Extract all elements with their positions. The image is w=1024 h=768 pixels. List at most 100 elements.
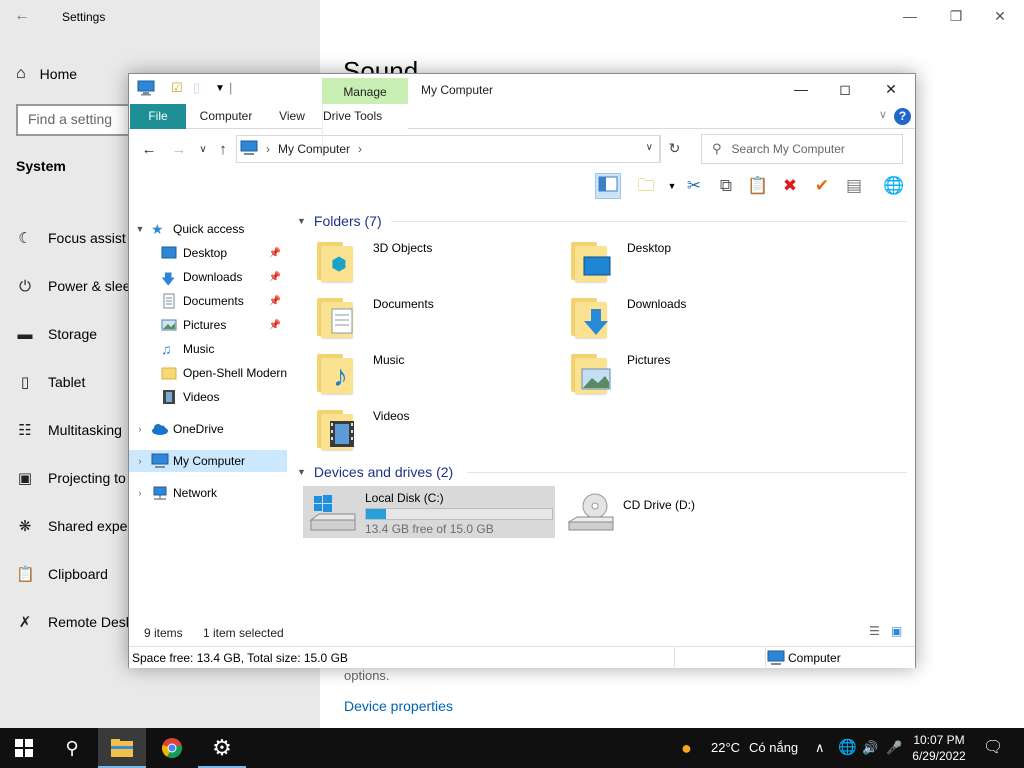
back-button[interactable]: ← xyxy=(139,140,159,160)
clock[interactable]: 10:07 PM 6/29/2022 xyxy=(900,732,978,764)
file-explorer-taskbar-icon[interactable] xyxy=(98,728,146,768)
nav-pictures[interactable]: Pictures 📌 xyxy=(129,314,287,336)
tab-file[interactable]: File xyxy=(130,104,186,129)
settings-home[interactable]: ⌂ Home xyxy=(16,62,77,86)
nav-label: Focus assist xyxy=(48,230,126,246)
item-count: 9 items xyxy=(144,626,183,640)
address-dropdown-icon[interactable]: ∨ xyxy=(646,142,653,153)
maximize-button[interactable]: ❐ xyxy=(944,6,968,26)
settings-nav-remote[interactable]: ✗ Remote Desk xyxy=(16,610,133,634)
notification-icon[interactable]: 🗨 xyxy=(983,728,1003,768)
new-folder-icon[interactable]: 🗀 xyxy=(633,173,659,199)
collapsed-chevron-icon[interactable]: › xyxy=(133,456,147,466)
collapsed-chevron-icon[interactable]: › xyxy=(133,488,147,498)
delete-icon[interactable]: ✖ xyxy=(777,173,803,199)
settings-gear-icon[interactable]: ⚙ xyxy=(198,728,246,768)
cut-icon[interactable]: ✂ xyxy=(681,173,707,199)
settings-nav-shared[interactable]: ❋ Shared exper xyxy=(16,514,132,538)
drive-cd-d[interactable]: CD Drive (D:) xyxy=(561,486,811,538)
nav-videos[interactable]: Videos xyxy=(129,386,287,408)
nav-documents[interactable]: Documents 📌 xyxy=(129,290,287,312)
weather-desc[interactable]: Có nắng xyxy=(749,728,798,768)
devices-group-header[interactable]: ▼ Devices and drives (2) xyxy=(297,462,453,482)
nav-open-shell[interactable]: Open-Shell Modern xyxy=(129,362,287,384)
device-properties-link[interactable]: Device properties xyxy=(344,698,453,714)
folder-pictures[interactable]: Pictures xyxy=(559,350,809,402)
settings-nav-power[interactable]: ⏻ Power & sleep xyxy=(16,274,138,298)
large-icons-view-icon[interactable]: ▣ xyxy=(891,624,902,638)
expanded-chevron-icon[interactable]: ▼ xyxy=(297,467,306,477)
pin-icon[interactable]: 📌 xyxy=(269,272,281,283)
volume-icon[interactable]: 🔊 xyxy=(862,728,878,768)
pin-icon[interactable]: 📌 xyxy=(269,296,281,307)
nav-downloads[interactable]: 🡇 Downloads 📌 xyxy=(129,266,287,288)
forward-button[interactable]: → xyxy=(169,140,189,160)
preview-pane-icon[interactable] xyxy=(595,173,621,199)
folders-group-header[interactable]: ▼ Folders (7) xyxy=(297,211,382,231)
expanded-chevron-icon[interactable]: ▼ xyxy=(297,216,306,226)
back-arrow-icon[interactable]: ← xyxy=(14,6,34,26)
explorer-close-button[interactable]: ✕ xyxy=(873,78,909,100)
weather-sun-icon[interactable]: ● xyxy=(681,728,692,768)
help-icon[interactable]: ? xyxy=(894,108,911,125)
folder-documents-icon xyxy=(315,294,359,340)
pin-icon[interactable]: 📌 xyxy=(269,248,281,259)
copy-icon[interactable]: ⧉ xyxy=(713,173,739,199)
new-folder-icon[interactable]: ▯ xyxy=(193,80,200,98)
drive-local-disk-c[interactable]: Local Disk (C:) 13.4 GB free of 15.0 GB xyxy=(303,486,555,538)
expanded-chevron-icon[interactable]: ▼ xyxy=(133,224,147,234)
tab-computer[interactable]: Computer xyxy=(193,104,259,129)
properties-icon[interactable]: ☑ xyxy=(171,80,183,98)
recent-locations-icon[interactable]: ∨ xyxy=(193,140,213,160)
explorer-minimize-button[interactable]: — xyxy=(783,78,819,100)
nav-onedrive[interactable]: › OneDrive xyxy=(129,418,287,440)
nav-my-computer[interactable]: › My Computer xyxy=(129,450,287,472)
globe-icon[interactable]: 🌐 xyxy=(881,173,907,199)
close-button[interactable]: ✕ xyxy=(988,6,1012,26)
weather-temp[interactable]: 22°C xyxy=(711,728,740,768)
nav-music[interactable]: ♫ Music xyxy=(129,338,287,360)
globe-icon[interactable]: 🌐 xyxy=(838,728,857,768)
nav-network[interactable]: › Network xyxy=(129,482,287,504)
address-bar[interactable]: › My Computer › ∨ xyxy=(236,135,660,163)
settings-nav-tablet[interactable]: ▯ Tablet xyxy=(16,370,86,394)
folder-downloads[interactable]: Downloads xyxy=(559,294,809,346)
details-view-icon[interactable]: ☰ xyxy=(869,624,880,638)
folder-desktop[interactable]: Desktop xyxy=(559,238,809,290)
chevron-right-icon[interactable]: › xyxy=(358,142,362,156)
settings-nav-focus-assist[interactable]: ☾ Focus assist xyxy=(16,226,126,250)
settings-nav-multitasking[interactable]: ☷ Multitasking xyxy=(16,418,122,442)
pin-icon[interactable]: 📌 xyxy=(269,320,281,331)
nav-label: Open-Shell Modern xyxy=(183,366,287,380)
up-button[interactable]: ↑ xyxy=(213,140,233,160)
search-icon[interactable]: ⚲ xyxy=(48,728,96,768)
chrome-icon[interactable] xyxy=(148,728,196,768)
search-input[interactable]: ⚲ Search My Computer xyxy=(701,134,903,164)
customize-qa-dropdown-icon[interactable]: ▼ xyxy=(215,83,225,101)
nav-label: Remote Desk xyxy=(48,614,133,630)
nav-quick-access[interactable]: ▼ ★ Quick access xyxy=(129,218,287,240)
explorer-maximize-button[interactable]: ◻ xyxy=(827,78,863,100)
minimize-button[interactable]: — xyxy=(898,6,922,26)
nav-desktop[interactable]: Desktop 📌 xyxy=(129,242,287,264)
expand-ribbon-icon[interactable]: ∨ xyxy=(879,108,887,121)
settings-nav-projecting[interactable]: ▣ Projecting to xyxy=(16,466,126,490)
tab-view[interactable]: View xyxy=(269,104,315,129)
folder-videos[interactable]: Videos xyxy=(305,406,555,458)
start-button[interactable] xyxy=(0,728,48,768)
folder-music[interactable]: ♪ Music xyxy=(305,350,555,402)
checkmark-icon[interactable]: ✔ xyxy=(809,173,835,199)
settings-nav-clipboard[interactable]: 📋 Clipboard xyxy=(16,562,108,586)
settings-nav-storage[interactable]: ▬ Storage xyxy=(16,322,98,346)
folder-music-icon: ♪ xyxy=(315,350,359,396)
folder-3d-objects[interactable]: ⬢ 3D Objects xyxy=(305,238,555,290)
refresh-button[interactable]: ↻ xyxy=(660,135,688,163)
chevron-up-icon[interactable]: ∧ xyxy=(815,728,825,768)
breadcrumb[interactable]: My Computer xyxy=(278,142,350,156)
paste-icon[interactable]: 📋 xyxy=(745,173,771,199)
tab-manage[interactable]: Manage xyxy=(322,78,408,104)
folder-documents[interactable]: Documents xyxy=(305,294,555,346)
collapsed-chevron-icon[interactable]: › xyxy=(133,424,147,434)
explorer-titlebar[interactable]: ☑ ▯ ▼ | Manage My Computer — ◻ ✕ xyxy=(129,74,915,104)
rename-icon[interactable]: ▤ xyxy=(841,173,867,199)
